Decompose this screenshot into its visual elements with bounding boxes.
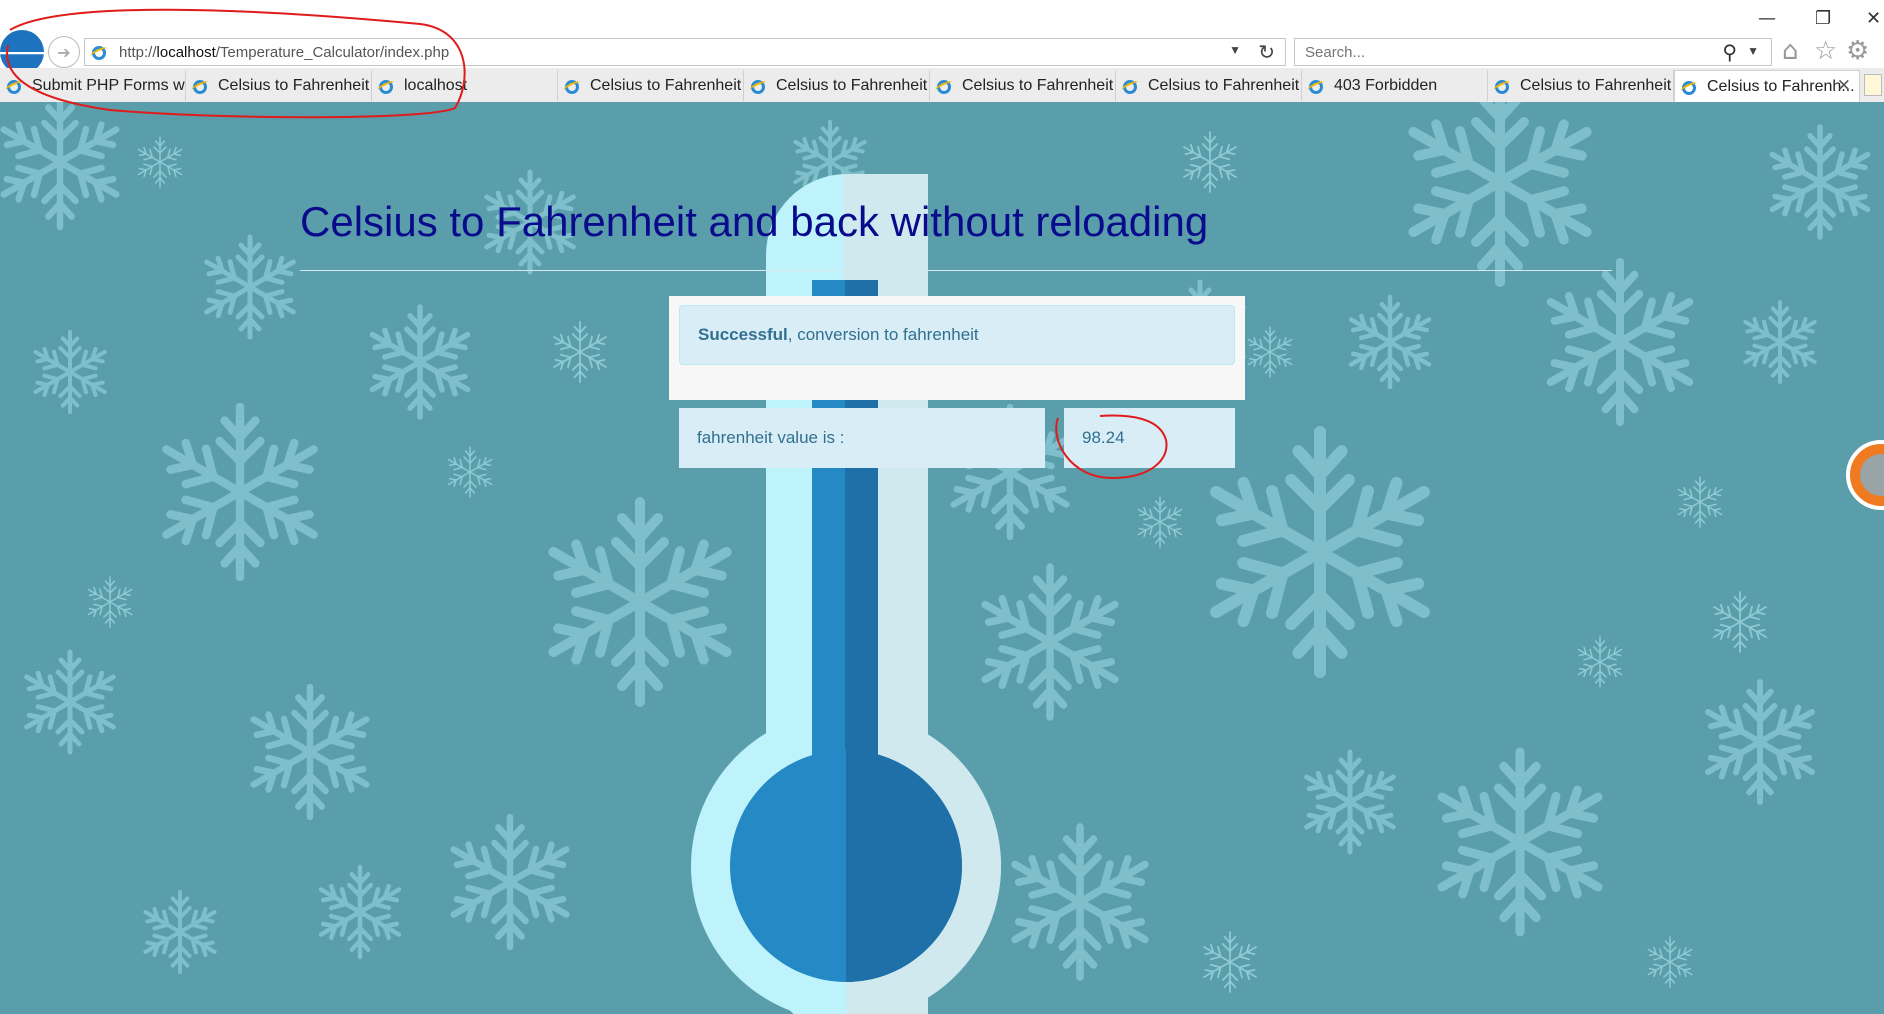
close-tab-icon[interactable]: ✕ [1837, 76, 1851, 96]
result-value: 98.24 [1064, 408, 1235, 468]
tab-item[interactable]: Celsius to Fahrenheit ... [744, 70, 930, 101]
tab-item[interactable]: Celsius to Fahrenheit ... [186, 70, 372, 101]
alert-strong: Successful [698, 325, 788, 344]
chat-widget-icon [1860, 454, 1884, 496]
ie-page-icon [750, 78, 766, 94]
minimize-button[interactable]: — [1758, 8, 1776, 29]
page-viewport: Celsius to Fahrenheit and back without r… [0, 102, 1884, 1014]
result-label: fahrenheit value is : [679, 408, 1045, 468]
success-alert: Successful, conversion to fahrenheit [679, 305, 1235, 365]
tab-label: Celsius to Fahrenh... [1707, 78, 1855, 95]
ie-page-icon [192, 78, 208, 94]
tab-label: Celsius to Fahrenheit ... [1148, 76, 1302, 94]
tab-item[interactable]: localhost [372, 70, 558, 101]
search-box[interactable]: ⚲ ▼ [1294, 38, 1772, 66]
tab-item[interactable]: 403 Forbidden [1302, 70, 1488, 101]
gear-icon[interactable]: ⚙ [1846, 36, 1869, 66]
address-url[interactable]: http://localhost/Temperature_Calculator/… [119, 44, 449, 61]
ie-page-icon [1494, 78, 1510, 94]
browser-toolbar: — ❐ ✕ 🡐 ➔ http://localhost/Temperature_C… [0, 0, 1884, 74]
url-host: localhost [156, 44, 216, 61]
close-window-button[interactable]: ✕ [1866, 8, 1881, 29]
tab-label: 403 Forbidden [1334, 76, 1438, 94]
tab-item[interactable]: Celsius to Fahrenheit ... [1116, 70, 1302, 101]
tab-item[interactable]: Celsius to Fahrenheit ... [558, 70, 744, 101]
search-input[interactable] [1303, 43, 1707, 62]
magnifier-icon[interactable]: ⚲ [1722, 40, 1737, 64]
tab-item[interactable]: Celsius to Fahrenheit ... [930, 70, 1116, 101]
tab-item-active[interactable]: Celsius to Fahrenh... ✕ [1674, 70, 1860, 103]
address-dropdown-icon[interactable]: ▼ [1229, 43, 1241, 57]
ie-page-icon [6, 78, 22, 94]
tab-label: Celsius to Fahrenheit ... [776, 76, 930, 94]
star-icon[interactable]: ☆ [1814, 36, 1837, 66]
address-bar[interactable]: http://localhost/Temperature_Calculator/… [84, 38, 1286, 66]
ie-page-icon [936, 78, 952, 94]
alert-message: , conversion to fahrenheit [787, 325, 979, 344]
ie-page-icon [1308, 78, 1324, 94]
tab-label: Celsius to Fahrenheit ... [1520, 76, 1674, 94]
restore-button[interactable]: ❐ [1815, 8, 1831, 29]
tab-label: Celsius to Fahrenheit ... [218, 76, 372, 94]
tab-item[interactable]: Celsius to Fahrenheit ... [1488, 70, 1674, 101]
refresh-icon[interactable]: ↻ [1258, 40, 1275, 64]
url-prefix: http:// [119, 44, 157, 61]
forward-arrow-icon[interactable]: ➔ [48, 36, 80, 68]
tab-label: localhost [404, 76, 468, 94]
home-icon[interactable]: ⌂ [1782, 36, 1799, 66]
ie-page-icon [1681, 79, 1697, 95]
tab-label: Submit PHP Forms wi... [32, 76, 186, 94]
tab-label: Celsius to Fahrenheit ... [962, 76, 1116, 94]
ie-page-icon [378, 78, 394, 94]
title-divider [300, 270, 1612, 271]
new-tab-icon[interactable] [1864, 74, 1882, 96]
page-title: Celsius to Fahrenheit and back without r… [300, 198, 1209, 245]
tab-label: Celsius to Fahrenheit ... [590, 76, 744, 94]
ie-page-icon [1122, 78, 1138, 94]
ie-page-icon [91, 44, 107, 60]
tab-item[interactable]: Submit PHP Forms wi... [0, 70, 186, 101]
tab-bar: Submit PHP Forms wi... Celsius to Fahren… [0, 68, 1884, 103]
ie-page-icon [564, 78, 580, 94]
search-dropdown-icon[interactable]: ▼ [1747, 44, 1759, 58]
url-path: /Temperature_Calculator/index.php [215, 44, 450, 61]
